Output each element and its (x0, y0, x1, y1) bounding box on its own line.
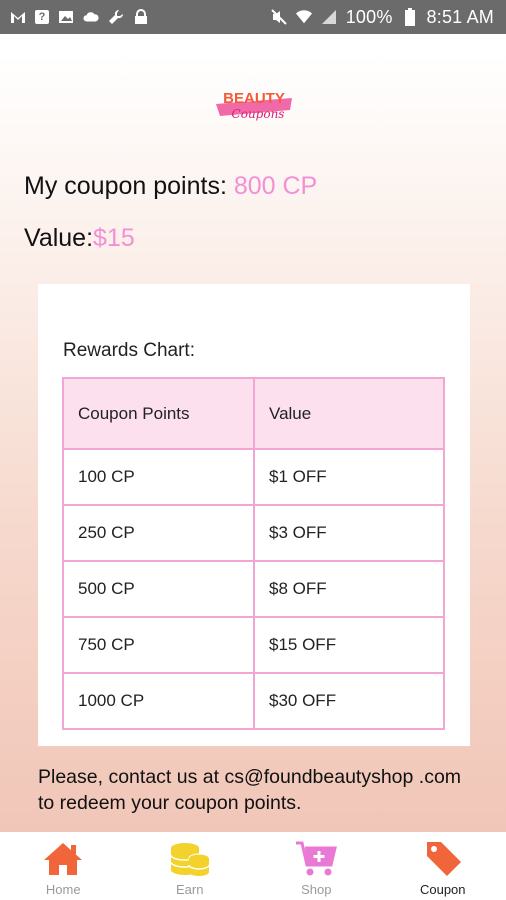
nav-item-earn[interactable]: Earn (127, 832, 253, 900)
points-cell: 750 CP (62, 616, 255, 674)
value-label: Value: (24, 224, 94, 252)
table-header-row: Coupon Points Value (62, 377, 445, 450)
nav-label-coupon: Coupon (419, 882, 466, 897)
points-cell: 500 CP (62, 560, 255, 618)
nav-item-home[interactable]: Home (0, 832, 126, 900)
beauty-coupons-logo: BEAUTY Coupons (214, 84, 294, 130)
nav-item-shop[interactable]: Shop (253, 832, 379, 900)
points-value-line: Value:$15 (24, 224, 135, 253)
home-icon (41, 840, 85, 878)
points-cell: 1000 CP (62, 672, 255, 730)
table-row: 750 CP $15 OFF (62, 616, 445, 674)
rewards-card: Rewards Chart: Coupon Points Value 100 C… (38, 284, 470, 746)
clock: 8:51 AM (426, 6, 494, 27)
battery-percent: 100% (345, 6, 393, 27)
value-cell: $3 OFF (253, 504, 445, 562)
coupon-points-label: My coupon points: (24, 172, 234, 200)
value-cell: $8 OFF (253, 560, 445, 618)
cart-icon (294, 840, 338, 878)
system-icons: 100% 8:51 AM (270, 6, 494, 28)
value-cell: $30 OFF (253, 672, 445, 730)
column-header-value: Value (253, 377, 445, 450)
points-cell: 100 CP (62, 448, 255, 506)
rewards-chart-title: Rewards Chart: (63, 340, 195, 361)
bottom-navigation: Home Earn Shop Coupon (0, 832, 506, 900)
coupon-points-value: 800 CP (233, 172, 318, 200)
rewards-table: Coupon Points Value 100 CP $1 OFF 250 CP… (62, 377, 445, 730)
points-cell: 250 CP (62, 504, 255, 562)
coins-icon (168, 840, 212, 878)
wifi-icon (295, 9, 312, 25)
notification-icons: ? (10, 9, 149, 25)
wrench-icon (108, 9, 124, 25)
nav-item-coupon[interactable]: Coupon (380, 832, 506, 900)
table-row: 250 CP $3 OFF (62, 504, 445, 562)
svg-text:Coupons: Coupons (232, 107, 285, 121)
contact-message: Please, contact us at cs@foundbeautyshop… (38, 766, 462, 814)
nav-label-shop: Shop (301, 882, 332, 897)
table-row: 500 CP $8 OFF (62, 560, 445, 618)
nav-label-earn: Earn (176, 882, 204, 897)
table-row: 1000 CP $30 OFF (62, 672, 445, 730)
gmail-icon (10, 9, 26, 25)
column-header-points: Coupon Points (62, 377, 255, 450)
mute-icon (270, 9, 287, 25)
help-icon: ? (35, 10, 49, 24)
lock-icon (133, 9, 149, 25)
coupon-points-line: My coupon points: 800 CP (24, 172, 317, 201)
status-bar: ? 100% 8:51 AM (0, 0, 506, 34)
svg-text:BEAUTY: BEAUTY (223, 90, 285, 107)
nav-label-home: Home (45, 882, 81, 897)
signal-icon (321, 9, 337, 25)
cloud-icon (83, 9, 99, 25)
tag-icon (421, 840, 465, 878)
value-amount: $15 (93, 224, 135, 252)
value-cell: $1 OFF (253, 448, 445, 506)
table-row: 100 CP $1 OFF (62, 448, 445, 506)
battery-icon (402, 8, 418, 26)
image-icon (58, 9, 74, 25)
value-cell: $15 OFF (253, 616, 445, 674)
